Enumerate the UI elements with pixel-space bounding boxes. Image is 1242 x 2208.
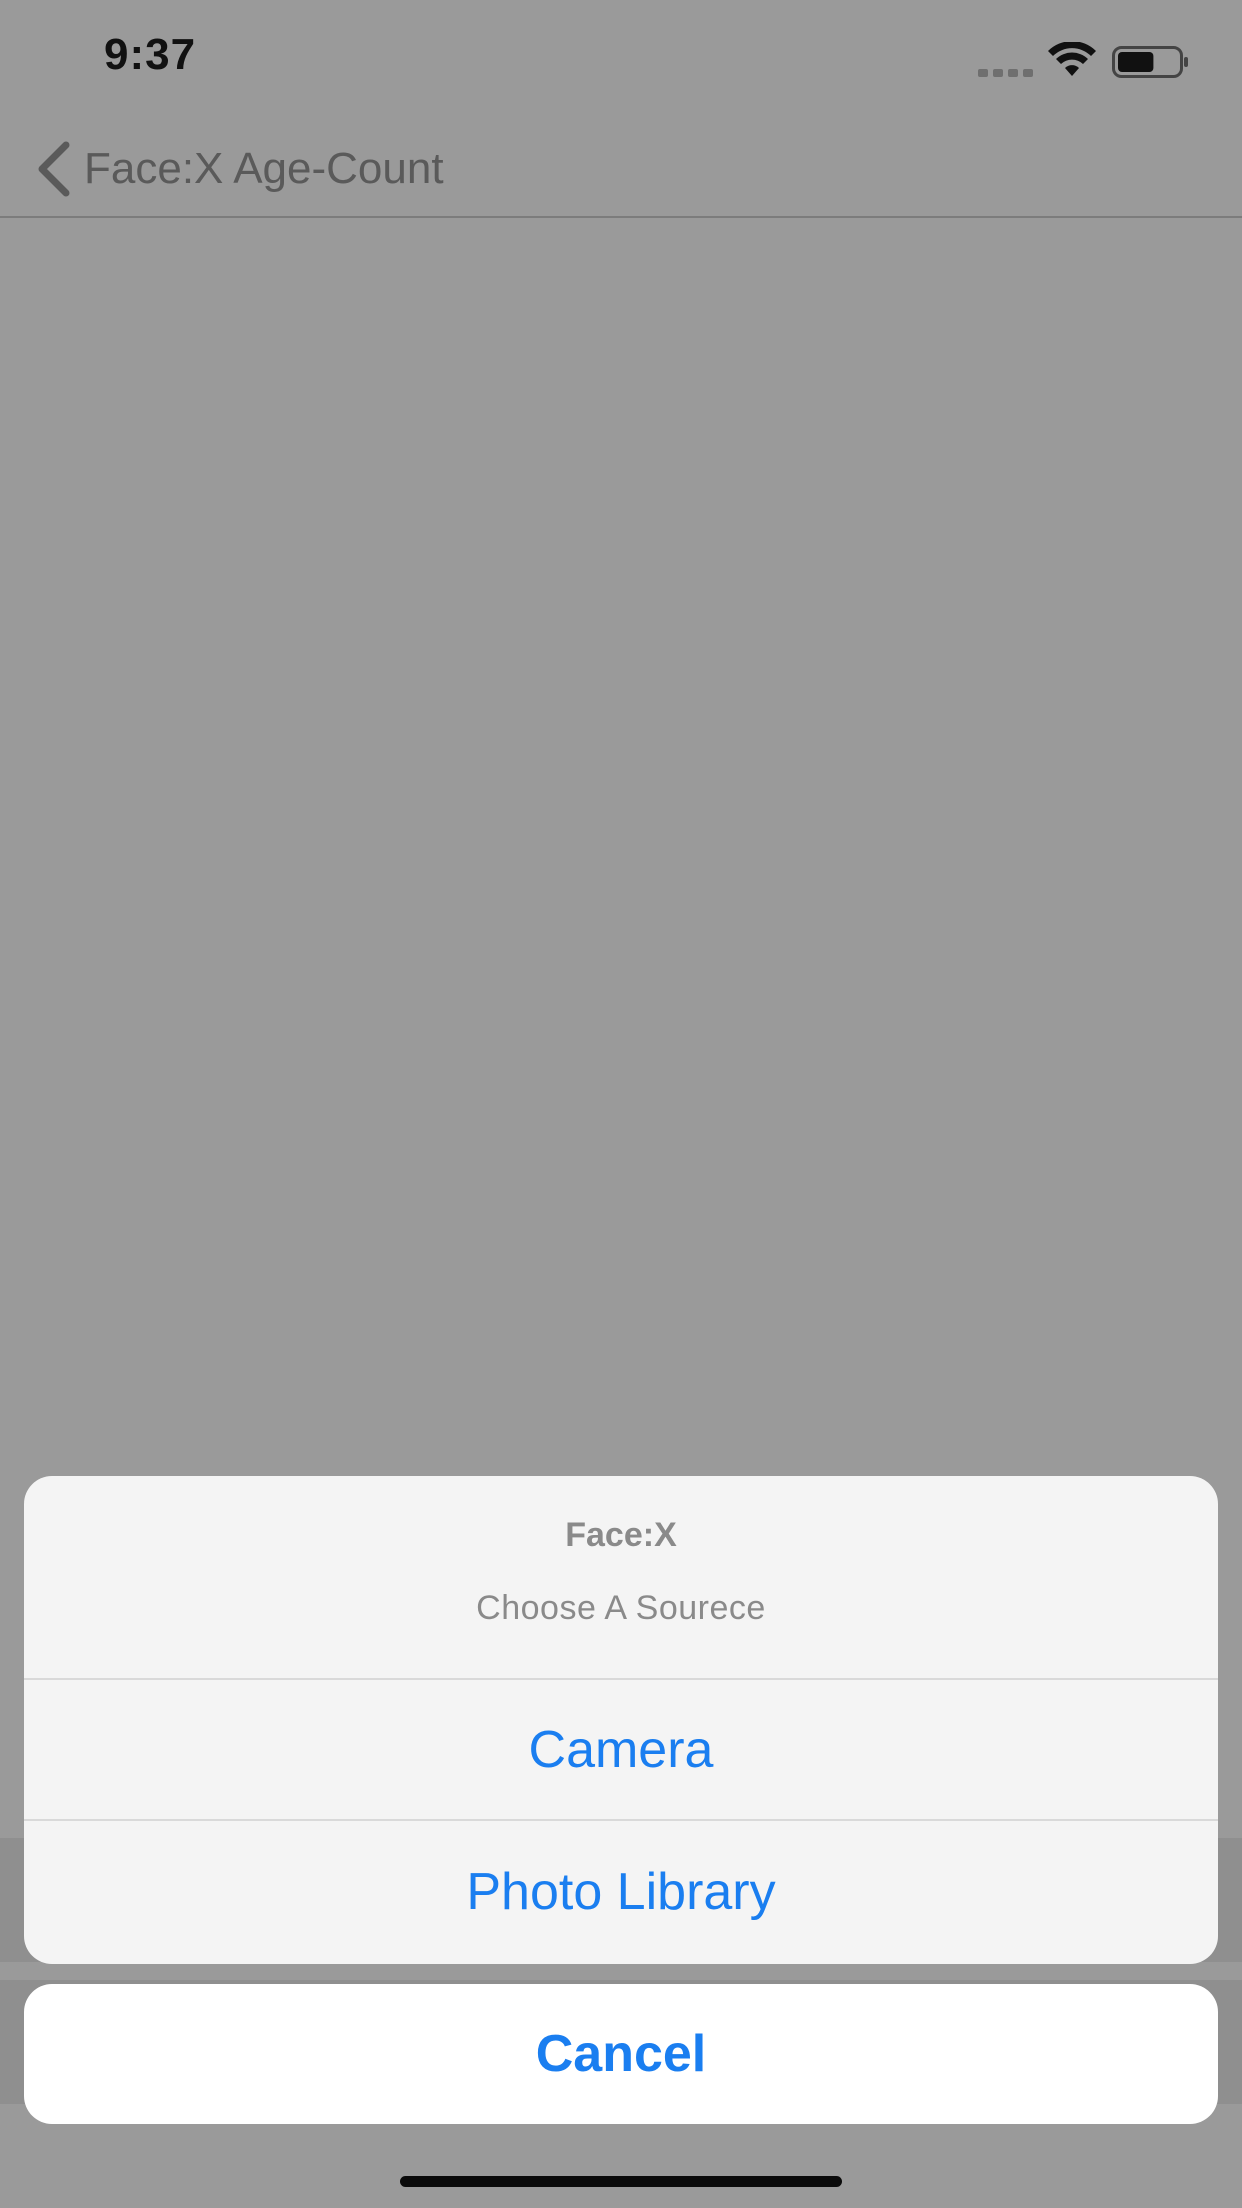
status-bar: 9:37	[0, 0, 1242, 120]
camera-button[interactable]: Camera	[24, 1680, 1218, 1821]
photo-library-button[interactable]: Photo Library	[24, 1821, 1218, 1962]
action-sheet-title: Face:X	[565, 1516, 677, 1554]
wifi-icon	[1048, 42, 1096, 76]
action-sheet: Face:X Choose A Sourece Camera Photo Lib…	[24, 1476, 1218, 1964]
action-sheet-header: Face:X Choose A Sourece	[24, 1476, 1218, 1680]
battery-icon	[1112, 46, 1188, 78]
signal-dots-icon	[978, 64, 1038, 77]
navigation-bar: Face:X Age-Count	[0, 120, 1242, 218]
back-button[interactable]: Face:X Age-Count	[34, 134, 444, 204]
status-time: 9:37	[104, 30, 197, 79]
back-button-label: Face:X Age-Count	[84, 144, 444, 193]
home-indicator[interactable]	[400, 2176, 842, 2187]
chevron-left-icon	[38, 141, 70, 197]
action-sheet-message: Choose A Sourece	[476, 1589, 766, 1627]
cancel-button[interactable]: Cancel	[24, 1984, 1218, 2124]
app-screen: 9:37 Face:X Age-Count Face:X Choose A So…	[0, 0, 1242, 2208]
